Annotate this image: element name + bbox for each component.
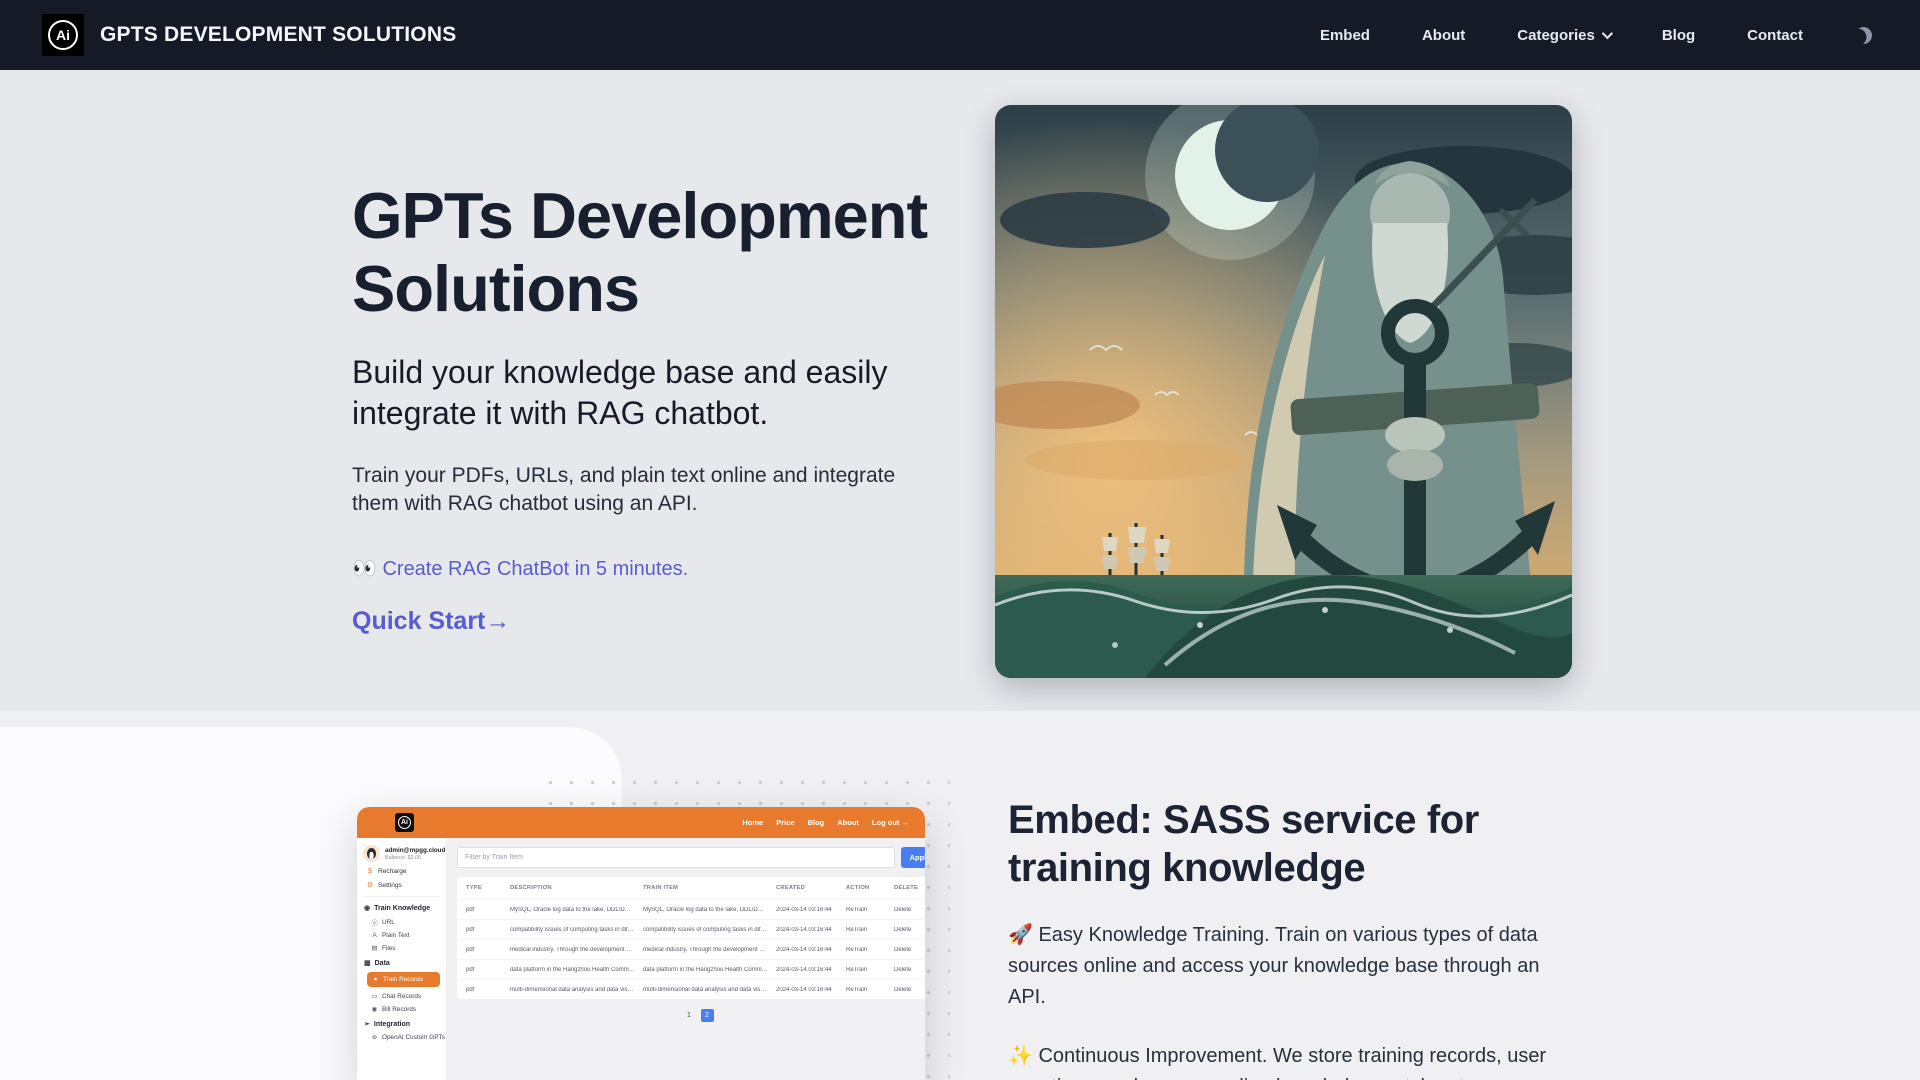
app-nav-links: Home Price Blog About Log out →: [742, 818, 909, 827]
chevron-down-icon: [1602, 28, 1613, 39]
app-logo-glyph: Ai: [398, 816, 411, 829]
files-icon: ▤: [371, 944, 378, 952]
records-table: TYPE DESCRIPTION TRAIN ITEM CREATED ACTI…: [457, 877, 925, 999]
retrain-link: ReTrain: [846, 907, 886, 913]
sidebar-item-plain-text: A Plain Text: [371, 932, 440, 939]
app-nav-about: About: [837, 818, 859, 827]
app-navbar: Ai Home Price Blog About Log out →: [357, 807, 925, 838]
text-icon: A: [371, 932, 378, 939]
nav-link-blog[interactable]: Blog: [1662, 27, 1695, 44]
hero-subtitle: Build your knowledge base and easily int…: [352, 352, 932, 434]
table-row: pdf data platform in the Hangzhou Health…: [457, 959, 925, 979]
hero-section: GPTs Development Solutions Build your kn…: [0, 70, 1920, 711]
sidebar-item-bill-records: ◉ Bill Records: [371, 1005, 440, 1013]
url-icon: ⓔ: [371, 917, 378, 927]
table-row: pdf multi-dimensional data analysis and …: [457, 979, 925, 999]
sidebar-item-openai-custom-gpts: ⊛ OpenAI Custom GPTs: [371, 1033, 445, 1041]
hero-description: Train your PDFs, URLs, and plain text on…: [352, 462, 927, 519]
integration-icon: ➣: [364, 1020, 370, 1028]
sidebar-item-files: ▤ Files: [371, 944, 440, 952]
app-sidebar: admin@mpgg.cloud Balance: $2.00 $ Rechar…: [357, 838, 447, 1080]
delete-link: Delete: [894, 927, 925, 933]
nav-link-contact[interactable]: Contact: [1747, 27, 1803, 44]
filter-row: Apply: [457, 847, 925, 868]
retrain-link: ReTrain: [846, 987, 886, 993]
sidebar-item-chat-records: ▭ Chat Records: [371, 992, 440, 1000]
app-logo-icon: Ai: [395, 813, 414, 832]
sidebar-divider: [363, 896, 440, 897]
table-row: pdf MySQL, Oracle log data to the lake, …: [457, 899, 925, 919]
gear-icon: ⚙: [366, 881, 374, 889]
quick-start-link[interactable]: Quick Start→: [352, 607, 992, 636]
page: Ai GPTS DEVELOPMENT SOLUTIONS Embed Abou…: [0, 0, 1920, 1080]
page-1: 1: [683, 1009, 696, 1022]
app-nav-home: Home: [742, 818, 763, 827]
embed-heading: Embed: SASS service for training knowled…: [1008, 796, 1568, 892]
sidebar-item-train-records: ● Train Records: [367, 972, 440, 987]
nav-link-categories[interactable]: Categories: [1517, 27, 1610, 44]
retrain-link: ReTrain: [846, 947, 886, 953]
sidebar-section-integration: ➣ Integration: [364, 1020, 440, 1028]
train-records-icon: ●: [372, 976, 379, 983]
retrain-link: ReTrain: [846, 967, 886, 973]
delete-link: Delete: [894, 967, 925, 973]
hero-illustration-svg: [995, 105, 1572, 678]
filter-input: [457, 847, 895, 868]
recharge-coin-icon: $: [366, 868, 374, 875]
feature-continuous-improvement: ✨ Continuous Improvement. We store train…: [1008, 1041, 1553, 1080]
brand-title: GPTS DEVELOPMENT SOLUTIONS: [100, 23, 456, 47]
brain-icon: ◉: [364, 904, 370, 912]
dark-mode-toggle-moon-icon[interactable]: [1853, 25, 1874, 46]
app-nav-logout: Log out →: [872, 818, 909, 827]
openai-icon: ⊛: [371, 1033, 378, 1041]
top-navbar: Ai GPTS DEVELOPMENT SOLUTIONS Embed Abou…: [0, 0, 1920, 70]
table-row: pdf medical industry. Through the develo…: [457, 939, 925, 959]
delete-link: Delete: [894, 947, 925, 953]
database-icon: ▦: [364, 959, 371, 967]
brand-logo-icon: Ai: [42, 14, 84, 56]
sidebar-section-train-knowledge: ◉ Train Knowledge: [364, 904, 440, 912]
app-nav-blog: Blog: [808, 818, 825, 827]
account-block: admin@mpgg.cloud Balance: $2.00: [363, 845, 440, 862]
sidebar-item-settings: ⚙ Settings: [366, 881, 440, 889]
chat-icon: ▭: [371, 992, 378, 1000]
app-nav-price: Price: [776, 818, 794, 827]
feature-easy-training: 🚀 Easy Knowledge Training. Train on vari…: [1008, 920, 1553, 1013]
delete-link: Delete: [894, 987, 925, 993]
penguin-avatar: [363, 845, 380, 862]
delete-link: Delete: [894, 907, 925, 913]
sidebar-section-data: ▦ Data: [364, 959, 440, 967]
bill-icon: ◉: [371, 1005, 378, 1013]
table-header-row: TYPE DESCRIPTION TRAIN ITEM CREATED ACTI…: [457, 877, 925, 899]
hero-illustration: [995, 105, 1572, 678]
account-balance: Balance: $2.00: [385, 855, 445, 861]
nav-link-embed[interactable]: Embed: [1320, 27, 1370, 44]
retrain-link: ReTrain: [846, 927, 886, 933]
account-email: admin@mpgg.cloud: [385, 847, 445, 854]
app-preview-screenshot: Ai Home Price Blog About Log out → admin…: [357, 807, 925, 1080]
embed-copy: Embed: SASS service for training knowled…: [1008, 796, 1568, 1080]
pagination: 1 2: [457, 1009, 925, 1022]
app-main: Apply TYPE DESCRIPTION TRAIN ITEM CREATE…: [447, 838, 925, 1080]
top-nav-links: Embed About Categories Blog Contact: [1320, 27, 1872, 44]
nav-link-about[interactable]: About: [1422, 27, 1465, 44]
apply-button: Apply: [901, 847, 925, 868]
app-body: admin@mpgg.cloud Balance: $2.00 $ Rechar…: [357, 838, 925, 1080]
hero-title: GPTs Development Solutions: [352, 180, 992, 326]
sidebar-item-recharge: $ Recharge: [366, 868, 440, 875]
table-row: pdf compatibility issues of computing ta…: [457, 919, 925, 939]
sidebar-item-url: ⓔ URL: [371, 917, 440, 927]
embed-section: Ai Home Price Blog About Log out → admin…: [0, 711, 1920, 1080]
brand[interactable]: Ai GPTS DEVELOPMENT SOLUTIONS: [42, 14, 456, 56]
create-ragbot-link[interactable]: 👀 Create RAG ChatBot in 5 minutes.: [352, 556, 688, 581]
page-2-active: 2: [701, 1009, 714, 1022]
ai-logo-glyph: Ai: [48, 20, 78, 50]
hero-copy: GPTs Development Solutions Build your kn…: [352, 180, 992, 636]
